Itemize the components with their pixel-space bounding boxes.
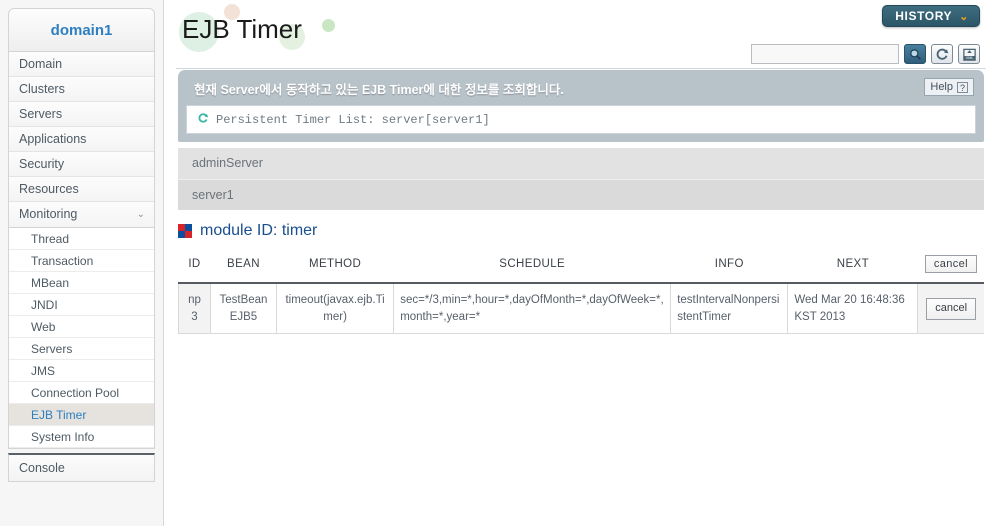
sidebar-item-resources[interactable]: Resources	[9, 177, 154, 202]
subnav-label: System Info	[31, 430, 95, 444]
sidebar-item-applications[interactable]: Applications	[9, 127, 154, 152]
server-name: server1	[192, 188, 234, 202]
search-icon	[909, 48, 921, 60]
question-mark-icon: ?	[957, 81, 968, 93]
subnav-label: Connection Pool	[31, 386, 120, 400]
column-header-id: ID	[178, 248, 211, 284]
cell-id: np3	[178, 283, 211, 335]
info-banner: 현재 Server에서 동작하고 있는 EJB Timer에 대한 정보를 조회…	[178, 70, 984, 142]
main-content: EJB Timer HISTORY ⌄ XML 현재 Server에서 동작하고…	[164, 0, 998, 526]
subnav-label: Servers	[31, 342, 73, 356]
sidebar-item-label: Applications	[19, 132, 87, 146]
column-header-schedule: SCHEDULE	[393, 248, 671, 284]
sidebar-item-servers-monitor[interactable]: Servers	[9, 338, 154, 360]
sidebar-item-label: Servers	[19, 107, 63, 121]
sidebar-item-transaction[interactable]: Transaction	[9, 250, 154, 272]
timer-table: ID BEAN METHOD SCHEDULE INFO NEXT cancel…	[178, 248, 984, 335]
chevron-down-icon: ⌄	[959, 10, 969, 23]
cell-schedule: sec=*/3,min=*,hour=*,dayOfMonth=*,dayOfW…	[393, 283, 672, 335]
sidebar-item-web[interactable]: Web	[9, 316, 154, 338]
console-group: Console	[8, 453, 155, 482]
sidebar-item-label: Monitoring	[19, 207, 78, 221]
banner-body: Persistent Timer List: server[server1]	[186, 105, 976, 134]
subnav-label: EJB Timer	[31, 408, 87, 422]
sidebar-item-jms[interactable]: JMS	[9, 360, 154, 382]
page-title: EJB Timer	[182, 14, 302, 44]
table-header-row: ID BEAN METHOD SCHEDULE INFO NEXT cancel	[178, 248, 984, 284]
search-input[interactable]	[751, 44, 899, 64]
cell-next: Wed Mar 20 16:48:36 KST 2013	[787, 283, 919, 335]
column-header-info: INFO	[670, 248, 788, 284]
svg-text:XML: XML	[965, 55, 974, 60]
sidebar-item-label: Resources	[19, 182, 79, 196]
sidebar-item-mbean[interactable]: MBean	[9, 272, 154, 294]
module-heading-label: module ID: timer	[200, 222, 318, 239]
subnav-label: MBean	[31, 276, 70, 290]
timer-list-label: Persistent Timer List: server[server1]	[216, 112, 490, 127]
sidebar-item-label: Domain	[19, 57, 63, 71]
server-name: adminServer	[192, 156, 263, 170]
sidebar-item-domain[interactable]: Domain	[9, 52, 154, 77]
sidebar-item-console[interactable]: Console	[9, 455, 154, 481]
history-button-label: HISTORY	[895, 9, 953, 23]
cancel-all-button[interactable]: cancel	[924, 255, 978, 273]
subnav-label: Web	[31, 320, 56, 334]
sidebar-item-label: Clusters	[19, 82, 65, 96]
refresh-button[interactable]	[931, 44, 953, 64]
title-bar: EJB Timer HISTORY ⌄ XML	[164, 0, 998, 69]
chevron-down-icon: ⌄	[136, 209, 145, 220]
module-square-icon	[178, 224, 192, 238]
sidebar-item-monitoring[interactable]: Monitoring ⌄	[9, 202, 154, 227]
help-button-label: Help	[930, 81, 953, 93]
xml-export-icon: XML	[962, 48, 976, 61]
sidebar-item-jndi[interactable]: JNDI	[9, 294, 154, 316]
timer-table-head: ID BEAN METHOD SCHEDULE INFO NEXT cancel	[178, 248, 984, 284]
subnav-label: JNDI	[31, 298, 58, 312]
sidebar-item-label: Security	[19, 157, 65, 171]
cell-bean: TestBeanEJB5	[210, 283, 278, 335]
column-header-bean: BEAN	[210, 248, 277, 284]
sidebar-item-clusters[interactable]: Clusters	[9, 77, 154, 102]
sidebar-item-system-info[interactable]: System Info	[9, 426, 154, 448]
subnav-label: JMS	[31, 364, 55, 378]
table-row[interactable]: np3 TestBeanEJB5 timeout(javax.ejb.Timer…	[178, 283, 984, 335]
cancel-timer-button[interactable]: cancel	[926, 297, 977, 320]
sidebar-item-security[interactable]: Security	[9, 152, 154, 177]
sidebar: domain1 Domain Clusters Servers Applicat…	[0, 0, 164, 526]
domain-header[interactable]: domain1	[8, 8, 155, 52]
refresh-icon	[936, 48, 949, 60]
column-header-action: cancel	[917, 248, 984, 284]
timer-table-wrapper: ID BEAN METHOD SCHEDULE INFO NEXT cancel…	[178, 248, 984, 335]
primary-nav: Domain Clusters Servers Applications Sec…	[8, 52, 155, 228]
cell-action: cancel	[917, 283, 984, 335]
server-row-server1[interactable]: server1	[178, 179, 984, 210]
sidebar-item-connection-pool[interactable]: Connection Pool	[9, 382, 154, 404]
module-heading: module ID: timer	[178, 222, 317, 240]
sidebar-item-ejb-timer[interactable]: EJB Timer	[9, 404, 154, 426]
column-header-next: NEXT	[787, 248, 918, 284]
application-window: domain1 Domain Clusters Servers Applicat…	[0, 0, 998, 526]
cell-method: timeout(javax.ejb.Timer)	[276, 283, 395, 335]
column-header-method: METHOD	[276, 248, 394, 284]
decorative-circle-icon	[322, 19, 335, 32]
banner-title: 현재 Server에서 동작하고 있는 EJB Timer에 대한 정보를 조회…	[194, 83, 564, 97]
sidebar-item-servers[interactable]: Servers	[9, 102, 154, 127]
subnav-label: Thread	[31, 232, 70, 246]
server-list: adminServer server1	[178, 148, 984, 210]
server-row-adminserver[interactable]: adminServer	[178, 148, 984, 179]
toolbar: XML	[751, 44, 980, 64]
sidebar-item-thread[interactable]: Thread	[9, 228, 154, 250]
history-button[interactable]: HISTORY ⌄	[882, 5, 980, 27]
timer-table-body: np3 TestBeanEJB5 timeout(javax.ejb.Timer…	[178, 283, 984, 335]
subnav-label: Transaction	[31, 254, 94, 268]
export-xml-button[interactable]: XML	[958, 44, 980, 64]
header-divider	[176, 68, 986, 69]
monitoring-subnav: Thread Transaction MBean JNDI Web Server…	[8, 228, 155, 449]
help-button[interactable]: Help ?	[924, 78, 974, 96]
search-button[interactable]	[904, 44, 926, 64]
cell-info: testIntervalNonpersistentTimer	[670, 283, 789, 335]
cycle-icon	[197, 112, 209, 127]
